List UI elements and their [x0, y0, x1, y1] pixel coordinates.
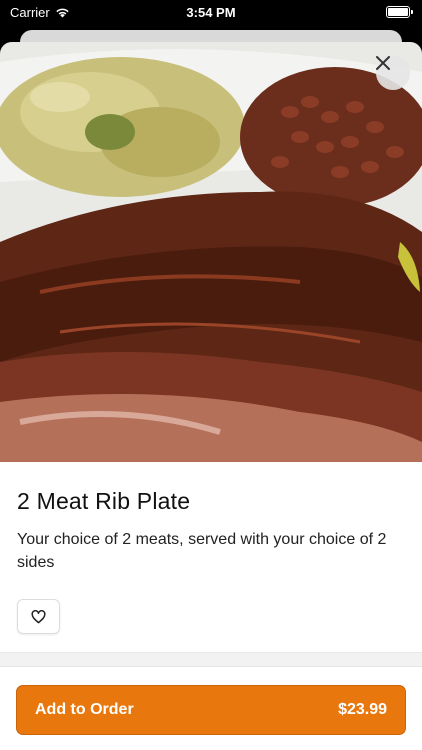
- item-description: Your choice of 2 meats, served with your…: [17, 531, 387, 571]
- status-time: 3:54 PM: [186, 4, 236, 20]
- section-divider: [0, 652, 422, 666]
- battery-icon: [386, 6, 413, 18]
- add-to-order-label: Add to Order: [35, 701, 134, 718]
- item-price: $23.99: [338, 701, 387, 718]
- item-detail-sheet: 2 Meat Rib Plate Your choice of 2 meats,…: [0, 42, 422, 750]
- status-bar: Carrier 3:54 PM: [0, 0, 422, 24]
- close-button[interactable]: [376, 56, 410, 90]
- item-title: 2 Meat Rib Plate: [17, 488, 191, 514]
- battery-fill: [388, 8, 408, 16]
- favorite-button[interactable]: [17, 599, 60, 634]
- order-footer: Add to Order $23.99: [0, 666, 422, 750]
- heart-outline-icon: [31, 609, 46, 623]
- close-icon: [376, 56, 390, 70]
- item-photo: [0, 42, 422, 462]
- food-photo-illustration: [0, 42, 422, 462]
- item-info: 2 Meat Rib Plate Your choice of 2 meats,…: [0, 462, 422, 634]
- add-to-order-button[interactable]: Add to Order $23.99: [16, 685, 406, 735]
